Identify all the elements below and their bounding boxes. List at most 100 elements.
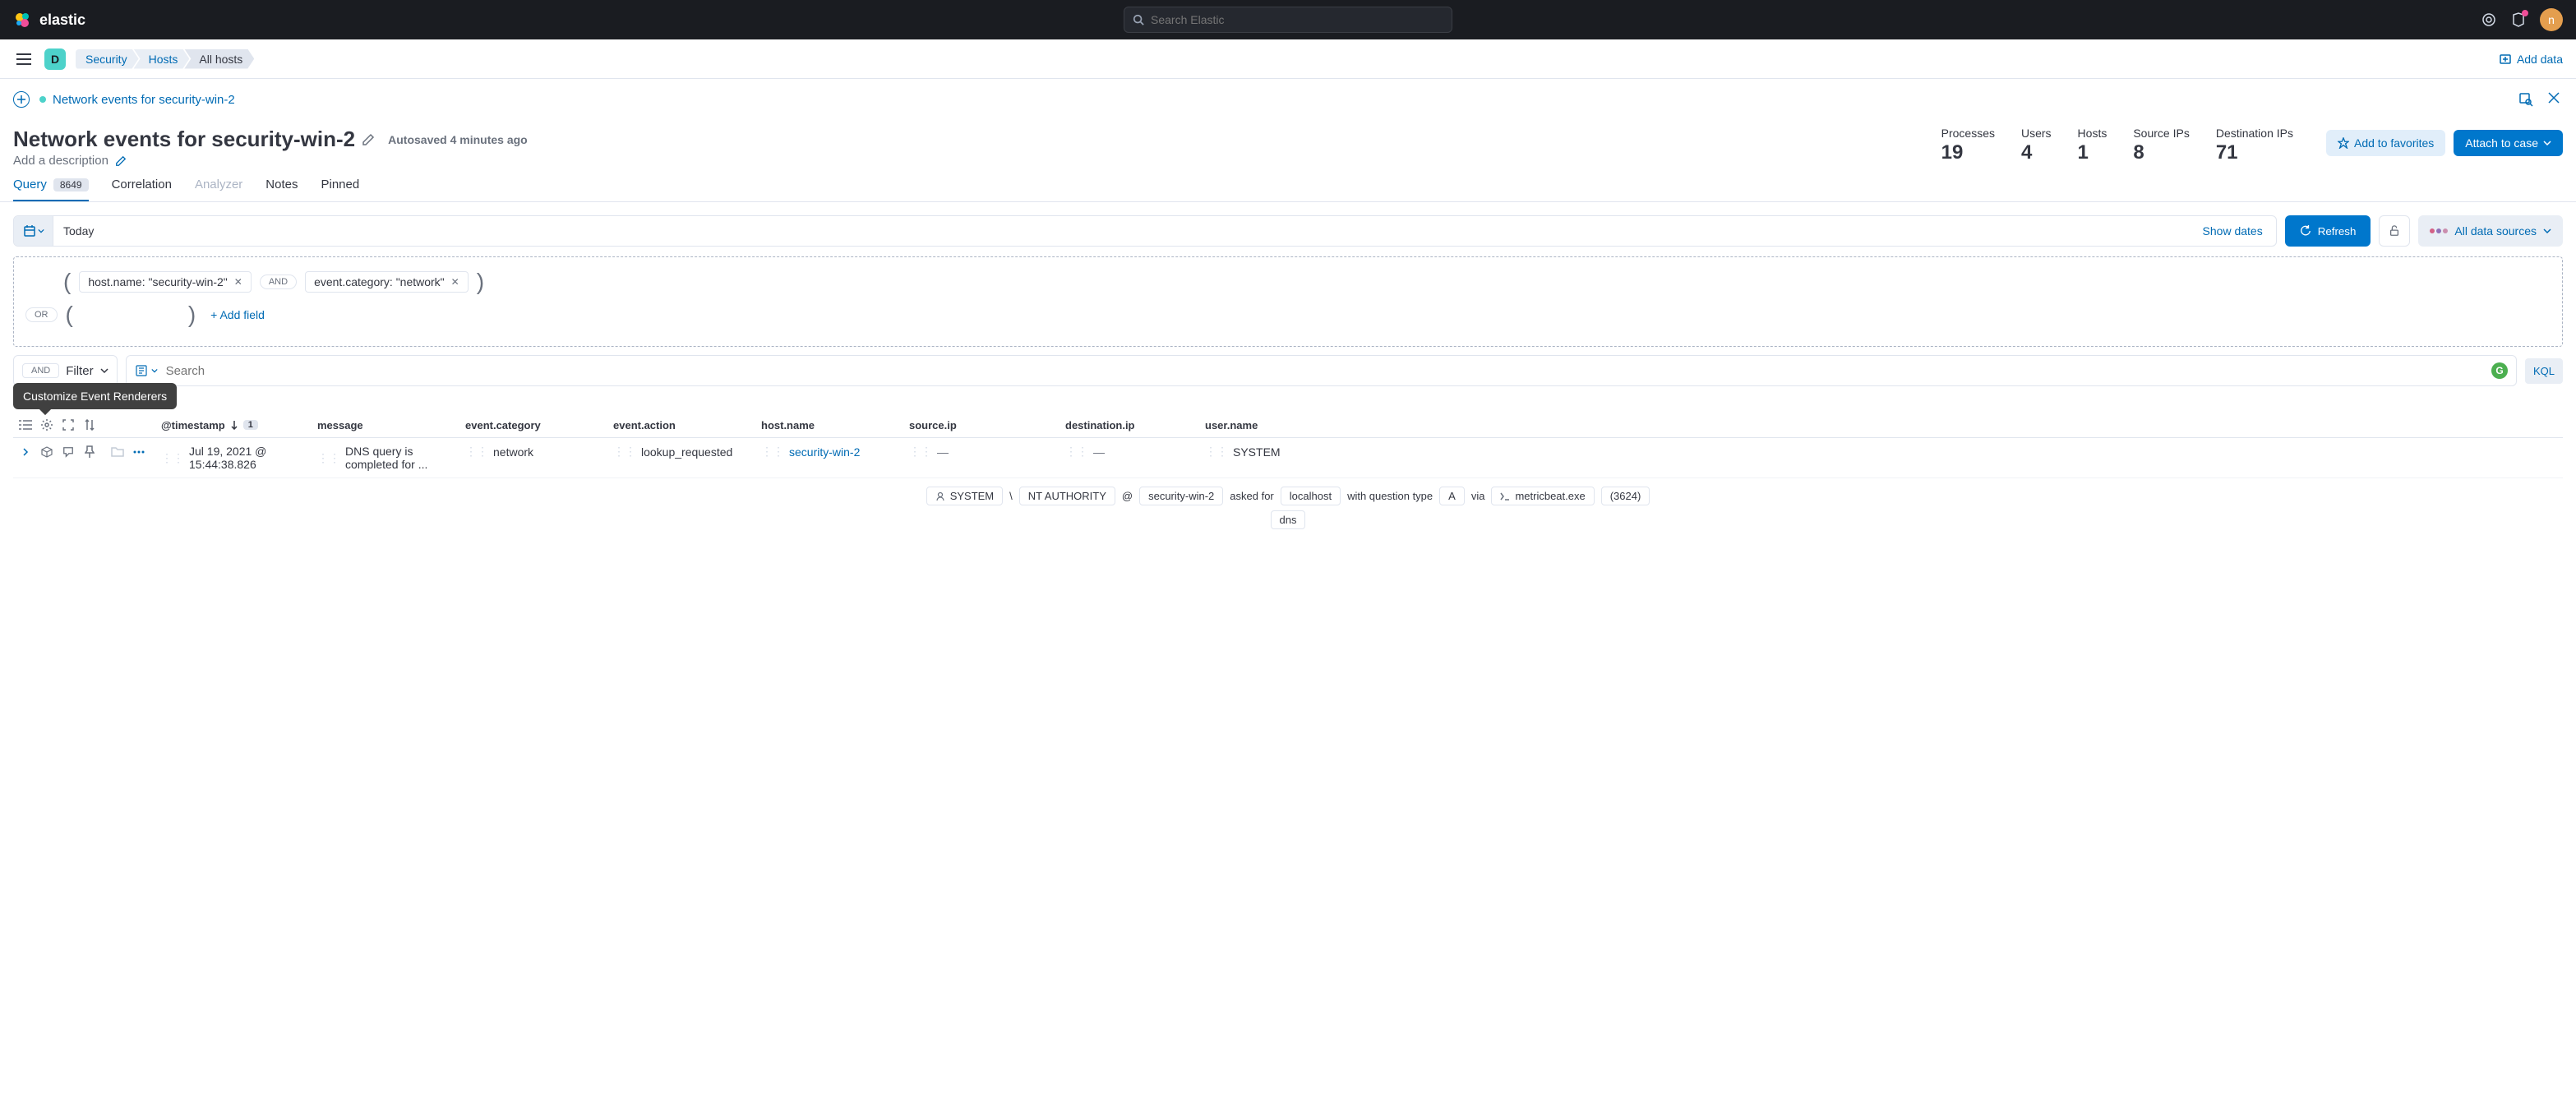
edit-description-icon[interactable] — [115, 155, 127, 167]
date-picker[interactable]: Today Show dates — [13, 215, 2277, 247]
renderer-user[interactable]: SYSTEM — [926, 487, 1003, 505]
data-sources-button[interactable]: All data sources — [2418, 215, 2563, 247]
renderer-domain[interactable]: NT AUTHORITY — [1019, 487, 1115, 505]
cell-message: DNS query is completed for ... — [345, 445, 465, 471]
new-timeline-button[interactable] — [13, 91, 30, 108]
stat-processes-label: Processes — [1941, 127, 1995, 140]
sort-icon[interactable] — [82, 418, 97, 432]
fields-browser-icon[interactable] — [18, 418, 33, 432]
filter-dropdown[interactable]: AND Filter — [13, 355, 118, 386]
breadcrumb-all-hosts: All hosts — [184, 49, 254, 69]
newsfeed-icon[interactable] — [2510, 12, 2527, 28]
lock-date-button[interactable] — [2379, 215, 2410, 247]
add-data-link[interactable]: Add data — [2499, 53, 2563, 66]
renderer-pid[interactable]: (3624) — [1601, 487, 1650, 505]
query-builder: ( host.name: "security-win-2" ✕ AND even… — [13, 256, 2563, 347]
add-data-icon — [2499, 53, 2512, 66]
drag-handle-icon[interactable]: ⋮⋮ — [465, 445, 488, 459]
tab-notes[interactable]: Notes — [265, 178, 298, 201]
add-field-link[interactable]: + Add field — [210, 308, 265, 321]
user-avatar[interactable]: n — [2540, 8, 2563, 31]
stat-dst-label: Destination IPs — [2216, 127, 2293, 140]
more-actions-icon[interactable] — [132, 445, 146, 459]
elastic-logo[interactable]: elastic — [13, 10, 85, 30]
timeline-bar: Network events for security-win-2 — [0, 79, 2576, 120]
grammarly-icon: G — [2491, 362, 2508, 379]
renderer-query[interactable]: localhost — [1281, 487, 1341, 505]
tab-correlation[interactable]: Correlation — [112, 178, 172, 201]
tab-query-count: 8649 — [53, 178, 89, 191]
stats: Processes19 Users4 Hosts1 Source IPs8 De… — [1941, 127, 2293, 164]
gear-icon[interactable] — [39, 418, 54, 432]
add-data-label: Add data — [2517, 53, 2563, 66]
column-username[interactable]: user.name — [1205, 419, 1287, 431]
breadcrumb-security[interactable]: Security — [76, 49, 139, 69]
search-input[interactable] — [166, 364, 2483, 378]
breadcrumb-hosts[interactable]: Hosts — [134, 49, 190, 69]
drag-handle-icon[interactable]: ⋮⋮ — [761, 445, 784, 459]
add-to-favorites-button[interactable]: Add to favorites — [2326, 130, 2445, 156]
column-hostname[interactable]: host.name — [761, 419, 909, 431]
column-timestamp[interactable]: @timestamp 1 — [161, 419, 317, 431]
timeline-name-text: Network events for security-win-2 — [53, 93, 235, 107]
tab-pinned[interactable]: Pinned — [321, 178, 359, 201]
timeline-title-link[interactable]: Network events for security-win-2 — [39, 93, 235, 107]
column-category[interactable]: event.category — [465, 419, 613, 431]
remove-filter-icon[interactable]: ✕ — [234, 276, 242, 288]
drag-handle-icon[interactable]: ⋮⋮ — [613, 445, 636, 459]
date-range-text: Today — [53, 224, 2190, 238]
inspect-icon[interactable] — [2515, 89, 2537, 110]
space-selector[interactable]: D — [44, 48, 66, 70]
title-row: Network events for security-win-2 Autosa… — [0, 120, 2576, 168]
logic-and[interactable]: AND — [260, 274, 297, 289]
cell-hostname[interactable]: security-win-2 — [789, 445, 860, 459]
add-filter-link[interactable]: + Add filter — [13, 394, 2563, 408]
tabs: Query 8649 Correlation Analyzer Notes Pi… — [0, 168, 2576, 202]
stat-hosts-label: Hosts — [2078, 127, 2107, 140]
breadcrumb: Security Hosts All hosts — [76, 49, 254, 69]
drag-handle-icon[interactable]: ⋮⋮ — [161, 451, 184, 465]
drag-handle-icon[interactable]: ⋮⋮ — [909, 445, 932, 459]
star-icon — [2338, 137, 2349, 149]
search-options-icon[interactable] — [135, 364, 158, 377]
column-destip[interactable]: destination.ip — [1065, 419, 1205, 431]
cell-sourceip: — — [937, 445, 949, 459]
global-search[interactable] — [1124, 7, 1452, 33]
expand-row-icon[interactable] — [18, 445, 33, 459]
fullscreen-icon[interactable] — [61, 418, 76, 432]
folder-icon[interactable] — [110, 445, 125, 459]
events-table: Customize Event Renderers @timestamp 1 m… — [13, 413, 2563, 533]
filter-pill-hostname[interactable]: host.name: "security-win-2" ✕ — [79, 271, 252, 293]
pin-event-icon[interactable] — [82, 445, 97, 459]
edit-title-icon[interactable] — [362, 133, 375, 146]
refresh-button[interactable]: Refresh — [2285, 215, 2371, 247]
remove-filter-icon[interactable]: ✕ — [451, 276, 459, 288]
renderer-process[interactable]: metricbeat.exe — [1491, 487, 1594, 505]
renderer-protocol[interactable]: dns — [1271, 510, 1306, 529]
column-message[interactable]: message — [317, 419, 465, 431]
filter-pill-category[interactable]: event.category: "network" ✕ — [305, 271, 469, 293]
drag-handle-icon[interactable]: ⋮⋮ — [1205, 445, 1228, 459]
renderer-host[interactable]: security-win-2 — [1139, 487, 1223, 505]
chevron-down-icon — [38, 228, 44, 234]
column-sourceip[interactable]: source.ip — [909, 419, 1065, 431]
help-icon[interactable] — [2481, 12, 2497, 28]
drag-handle-icon[interactable]: ⋮⋮ — [317, 451, 340, 465]
drag-handle-icon[interactable]: ⋮⋮ — [1065, 445, 1088, 459]
elastic-logo-icon — [13, 10, 33, 30]
close-icon[interactable] — [2545, 89, 2563, 110]
renderer-qtype[interactable]: A — [1439, 487, 1465, 505]
logic-or[interactable]: OR — [25, 307, 58, 322]
description-placeholder[interactable]: Add a description — [13, 154, 108, 168]
calendar-icon[interactable] — [14, 216, 53, 246]
attach-to-case-button[interactable]: Attach to case — [2454, 130, 2563, 156]
nav-toggle-icon[interactable] — [13, 50, 35, 68]
terminal-icon — [1500, 492, 1510, 501]
show-dates-link[interactable]: Show dates — [2190, 224, 2276, 238]
kql-badge[interactable]: KQL — [2525, 358, 2563, 384]
add-note-icon[interactable] — [61, 445, 76, 459]
global-search-input[interactable] — [1151, 13, 1443, 26]
column-action[interactable]: event.action — [613, 419, 761, 431]
analyze-event-icon[interactable] — [39, 445, 54, 459]
tab-query[interactable]: Query 8649 — [13, 178, 89, 201]
